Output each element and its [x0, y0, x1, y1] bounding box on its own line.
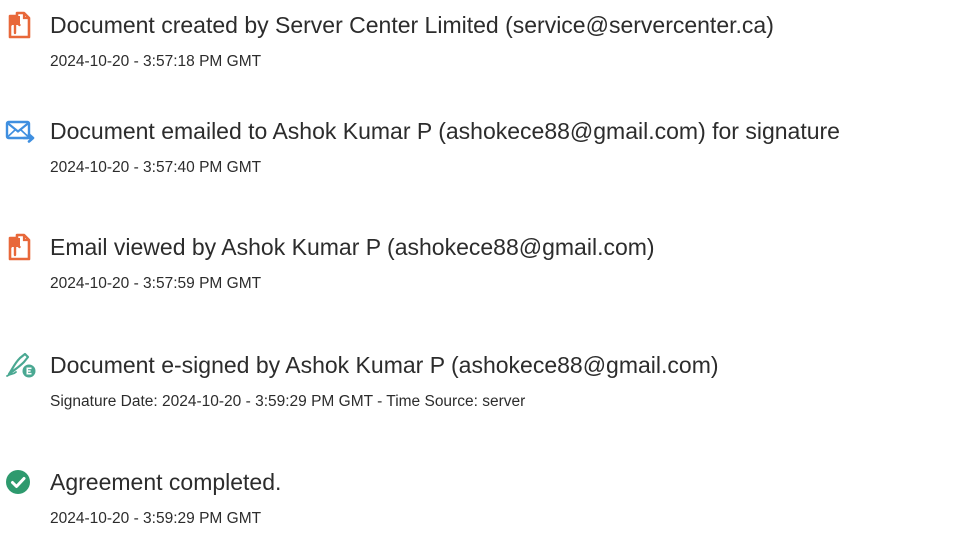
event-title: Document created by Server Center Limite… — [50, 12, 774, 38]
audit-event-document-e-signed: Document e-signed by Ashok Kumar P (asho… — [0, 350, 966, 420]
audit-event-agreement-completed: Agreement completed. 2024-10-20 - 3:59:2… — [0, 467, 966, 537]
event-timestamp: Signature Date: 2024-10-20 - 3:59:29 PM … — [50, 393, 526, 410]
email-sent-icon — [4, 116, 38, 146]
audit-event-document-emailed: Document emailed to Ashok Kumar P (ashok… — [0, 116, 966, 186]
email-viewed-icon — [4, 232, 38, 262]
event-title: Agreement completed. — [50, 469, 282, 495]
event-timestamp: 2024-10-20 - 3:57:59 PM GMT — [50, 275, 262, 292]
event-timestamp: 2024-10-20 - 3:59:29 PM GMT — [50, 510, 262, 527]
e-sign-icon — [4, 350, 38, 380]
event-title: Email viewed by Ashok Kumar P (ashokece8… — [50, 234, 655, 260]
audit-event-document-created: Document created by Server Center Limite… — [0, 10, 966, 80]
event-title: Document e-signed by Ashok Kumar P (asho… — [50, 352, 719, 378]
event-timestamp: 2024-10-20 - 3:57:40 PM GMT — [50, 159, 262, 176]
document-created-icon — [4, 10, 38, 40]
event-timestamp: 2024-10-20 - 3:57:18 PM GMT — [50, 53, 262, 70]
audit-event-email-viewed: Email viewed by Ashok Kumar P (ashokece8… — [0, 232, 966, 302]
event-title: Document emailed to Ashok Kumar P (ashok… — [50, 118, 840, 144]
check-circle-icon — [4, 467, 38, 497]
